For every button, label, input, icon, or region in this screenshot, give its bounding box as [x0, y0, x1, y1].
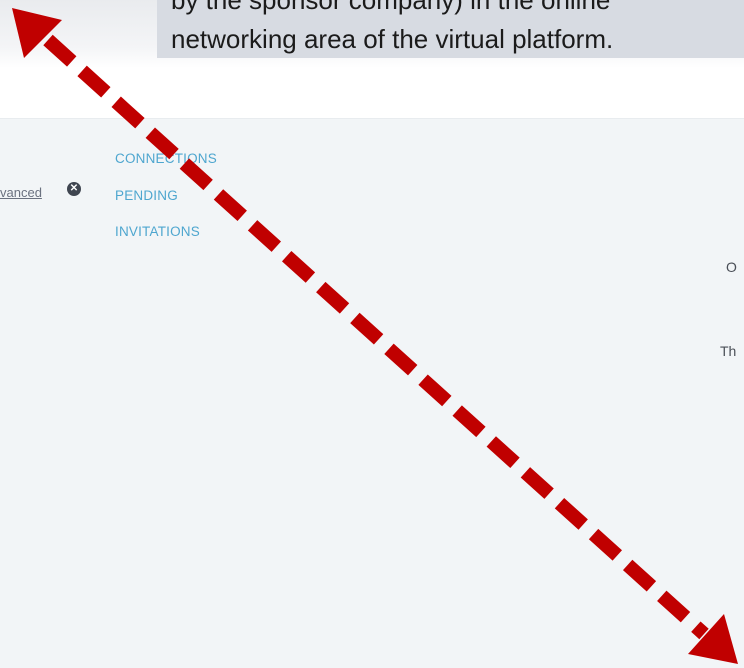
right-panel-text-2: Th	[720, 343, 737, 359]
app-header	[0, 68, 744, 119]
page: by the sponsor company) in the online ne…	[0, 0, 744, 668]
tab-connections[interactable]: CONNECTIONS	[115, 151, 217, 166]
caption-line-1: by the sponsor company) in the online	[171, 0, 611, 15]
caption-line-2: networking area of the virtual platform.	[171, 24, 614, 54]
tab-pending[interactable]: PENDING	[115, 188, 178, 203]
caption-box: by the sponsor company) in the online ne…	[157, 0, 744, 58]
tab-invitations[interactable]: INVITATIONS	[115, 224, 200, 239]
right-panel-text-1: O	[726, 259, 737, 275]
advanced-filter-link[interactable]: vanced	[0, 185, 42, 200]
close-circle-icon[interactable]: ✕	[67, 182, 81, 196]
app-body	[0, 119, 744, 668]
